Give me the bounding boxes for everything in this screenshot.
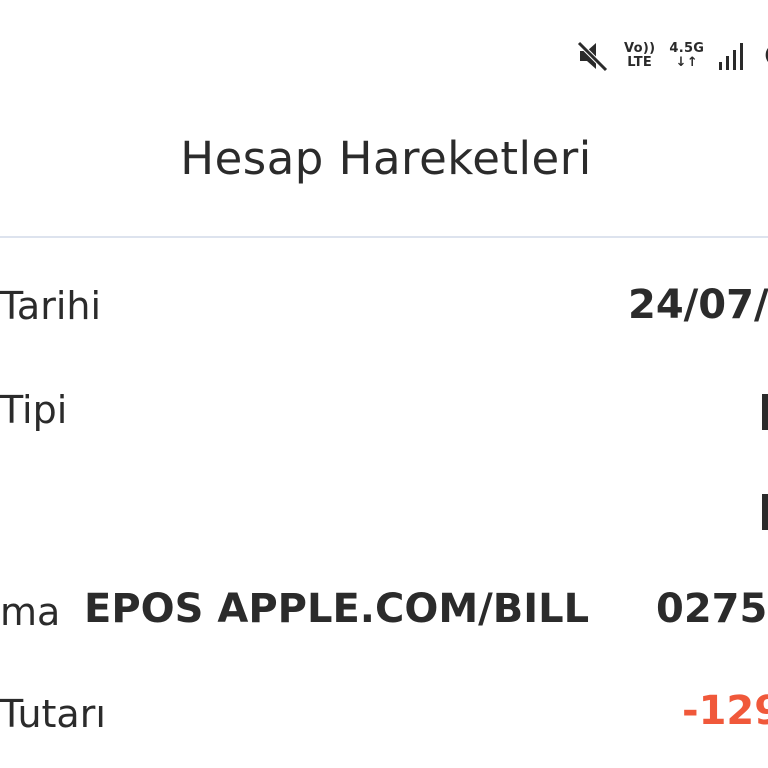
status-bar: Vo)) LTE 4.5G ↓↑ <box>576 36 768 76</box>
volte-icon: Vo)) LTE <box>624 42 655 70</box>
detail-row-extra <box>0 486 768 546</box>
page-title: Hesap Hareketleri <box>2 132 768 185</box>
date-label: Tarihi <box>0 284 102 328</box>
detail-row-type: Tipi <box>0 384 768 444</box>
extra-value-cropped <box>762 494 768 530</box>
date-value: 24/07/ <box>628 282 768 328</box>
description-ref: 0275 <box>656 586 768 632</box>
detail-row-amount: Tutarı -129 <box>0 686 768 746</box>
page-title-text: Hesap Hareketleri <box>180 132 592 185</box>
header-divider <box>0 236 768 238</box>
network-4-5g-icon: 4.5G ↓↑ <box>669 42 704 70</box>
amount-label: Tutarı <box>0 692 106 736</box>
volte-bottom-text: LTE <box>627 55 653 70</box>
description-label: ma <box>0 590 61 634</box>
detail-row-date: Tarihi 24/07/ <box>0 280 768 340</box>
type-label: Tipi <box>0 388 68 432</box>
description-value: EPOS APPLE.COM/BILL <box>84 586 590 632</box>
mute-icon <box>576 40 610 72</box>
transaction-detail-screen: Vo)) LTE 4.5G ↓↑ Hesap Hareketleri Tarih… <box>0 0 768 768</box>
battery-icon <box>758 42 768 70</box>
signal-icon <box>718 42 744 70</box>
volte-top-text: Vo)) <box>624 41 656 56</box>
type-value-cropped <box>762 394 768 430</box>
network-arrows-text: ↓↑ <box>675 55 699 70</box>
detail-row-description: ma EPOS APPLE.COM/BILL 0275 <box>0 584 768 644</box>
network-type-text: 4.5G <box>669 41 705 56</box>
amount-value: -129 <box>682 688 768 734</box>
